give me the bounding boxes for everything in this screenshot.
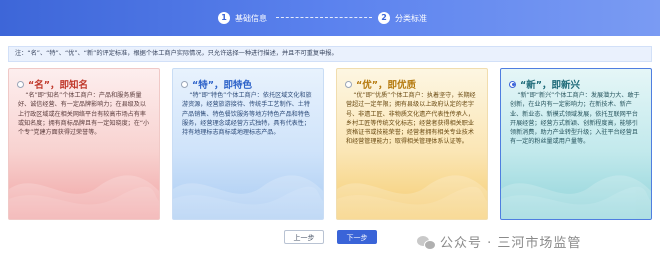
card-description: “名”即“知名”个体工商户：产品和服务质量好、诚信经营、有一定品牌影响力；在县级… [18, 92, 150, 137]
watermark-text: 公众号 · 三河市场监管 [440, 236, 582, 251]
progress-stepper: 1 基础信息 2 分类标准 [0, 0, 660, 36]
step-number: 1 [218, 12, 230, 24]
card-header: “特”，即特色 [181, 77, 252, 91]
card-description: “特”即“特色”个体工商户：依托区域文化和旅游资源，经营旅游接待、传统手工艺制作… [182, 92, 312, 137]
step-number: 2 [378, 12, 390, 24]
step-label: 基础信息 [235, 13, 267, 23]
step-category-standard[interactable]: 2 分类标准 [378, 0, 427, 36]
wave-decoration [501, 175, 651, 219]
card-title: “特”，即特色 [192, 80, 252, 91]
step-label: 分类标准 [395, 13, 427, 23]
step-basic-info[interactable]: 1 基础信息 [218, 0, 267, 36]
wechat-icon [417, 235, 436, 250]
wave-decoration [9, 175, 159, 219]
card-header: “新”，即新兴 [509, 77, 580, 91]
radio-button[interactable] [17, 80, 24, 88]
wave-decoration [173, 175, 323, 219]
wave-decoration [337, 175, 487, 219]
option-card-quality[interactable]: “优”，即优质 “优”即“优质”个体工商户：执着坚守，长期经营超过一定年限；拥有… [336, 68, 488, 220]
previous-step-button[interactable]: 上一步 [284, 230, 324, 244]
card-description: “新”即“新兴”个体工商户：发展潜力大、敢于创新，在业内有一定影响力；在新技术、… [510, 92, 640, 146]
card-title: “新”，即新兴 [520, 80, 580, 91]
radio-button[interactable] [181, 80, 188, 88]
option-card-emerging[interactable]: “新”，即新兴 “新”即“新兴”个体工商户：发展潜力大、敢于创新，在业内有一定影… [500, 68, 652, 220]
step-connector [276, 17, 372, 19]
option-card-characteristic[interactable]: “特”，即特色 “特”即“特色”个体工商户：依托区域文化和旅游资源，经营旅游接待… [172, 68, 324, 220]
card-title: “优”，即优质 [356, 80, 416, 91]
card-description: “优”即“优质”个体工商户：执着坚守，长期经营超过一定年限；拥有县级以上政府认定… [346, 92, 476, 146]
radio-button-selected[interactable] [509, 80, 516, 88]
option-card-famous[interactable]: “名”，即知名 “名”即“知名”个体工商户：产品和服务质量好、诚信经营、有一定品… [8, 68, 160, 220]
card-header: “优”，即优质 [345, 77, 416, 91]
card-header: “名”，即知名 [17, 77, 88, 91]
radio-button[interactable] [345, 80, 352, 88]
card-title: “名”，即知名 [28, 80, 88, 91]
next-step-button[interactable]: 下一步 [337, 230, 377, 244]
watermark: 公众号 · 三河市场监管 [417, 232, 581, 251]
notice-banner: 注：“名”、“特”、“优”、“新”的评定标准，根据个体工商户实际情况，只允许选择… [8, 46, 652, 62]
